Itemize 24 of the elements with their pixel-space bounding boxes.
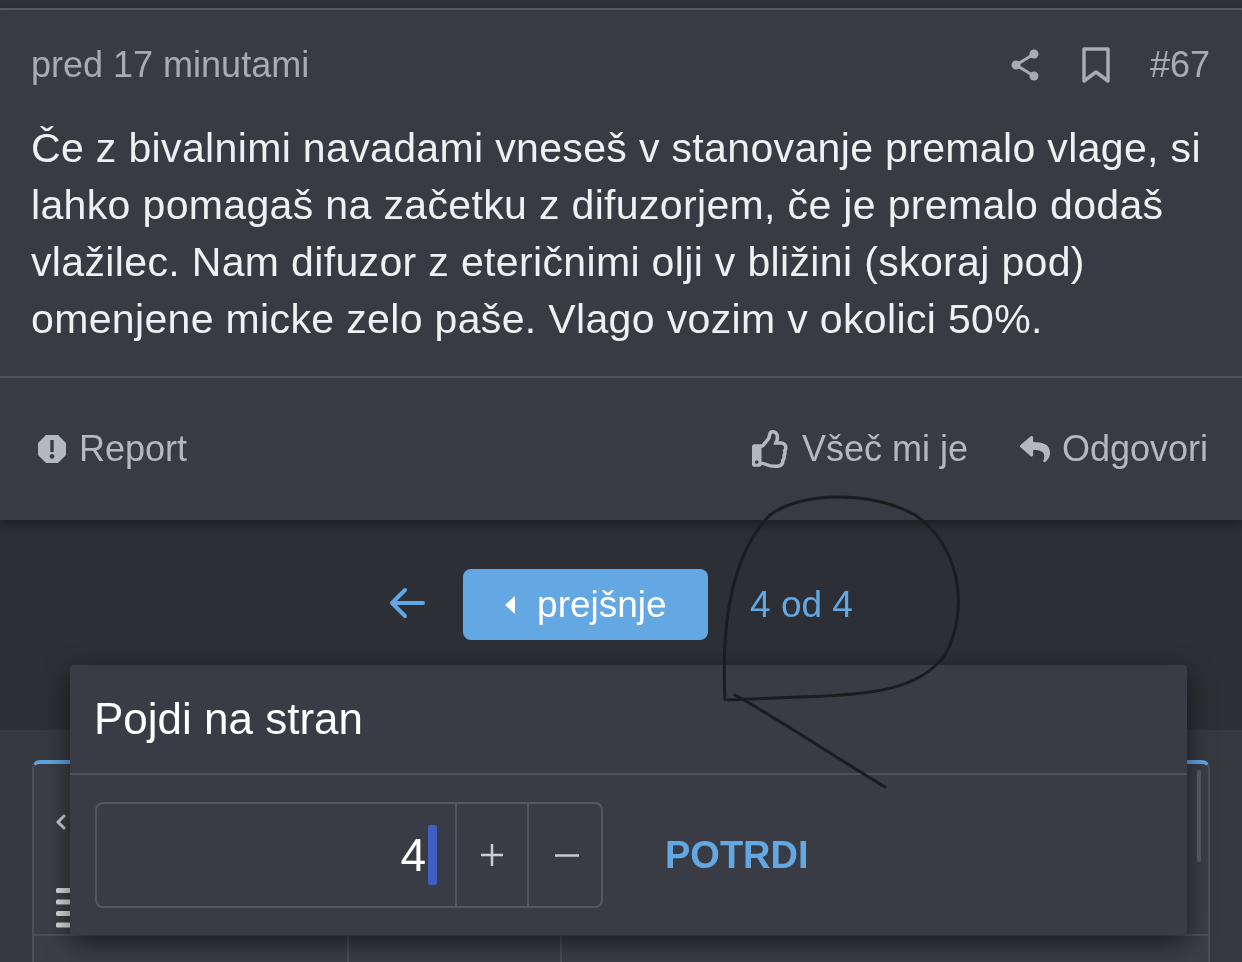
reply-button[interactable]: Odgovori: [1019, 428, 1208, 470]
page-number-field[interactable]: 4: [97, 804, 457, 906]
share-button[interactable]: [1009, 49, 1040, 81]
like-button[interactable]: Všeč mi je: [751, 428, 968, 470]
post-body: Če z bivalnimi navadami vneseš v stanovanje premalo vlage, si lahko pomagaš na začetku z difuzorjem, če je premalo dodaš vlažilec. Nam difuzor z eteričnimi olji v bližini (skoraj pod) omenjene micke zelo paše. Vlago vozim v okolici 50%.: [31, 124, 1202, 344]
back-button[interactable]: [389, 587, 426, 619]
report-icon: [37, 434, 67, 464]
post-number: #67: [1149, 44, 1210, 86]
dialog-title: Pojdi na stran: [70, 665, 1187, 775]
list-icon: [56, 888, 71, 928]
back-arrow-icon: [389, 587, 426, 619]
bookmark-icon: [1081, 47, 1110, 83]
confirm-button[interactable]: POTRDI: [665, 833, 809, 877]
page-indicator: 4 od 4: [750, 583, 853, 627]
plus-icon: [480, 843, 504, 867]
bookmark-button[interactable]: [1081, 47, 1110, 83]
caret-left-icon: [505, 595, 516, 614]
post-time: pred 17 minutami: [31, 44, 310, 86]
report-button[interactable]: Report: [37, 428, 188, 470]
thumbs-up-icon: [751, 430, 790, 468]
share-icon: [1009, 49, 1040, 81]
reply-arrow-icon: [1019, 434, 1050, 464]
chevron-left-icon: [56, 814, 66, 830]
minus-icon: [555, 853, 579, 857]
